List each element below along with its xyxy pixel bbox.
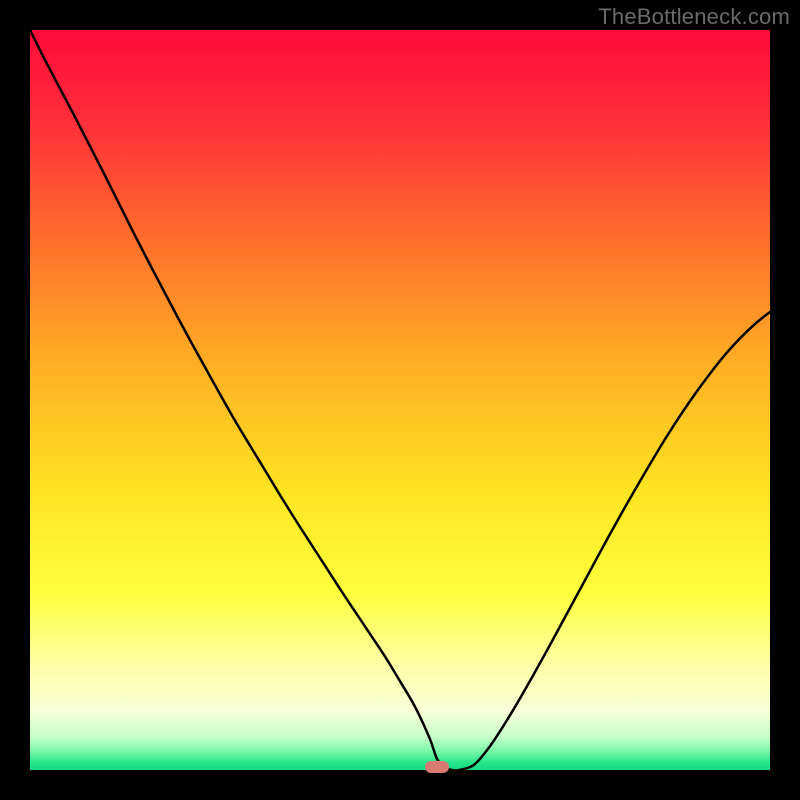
optimum-marker [425, 761, 449, 773]
gradient-background [30, 30, 770, 770]
chart-frame: TheBottleneck.com [0, 0, 800, 800]
plot-area [30, 30, 770, 770]
watermark-text: TheBottleneck.com [598, 4, 790, 30]
chart-svg [30, 30, 770, 770]
